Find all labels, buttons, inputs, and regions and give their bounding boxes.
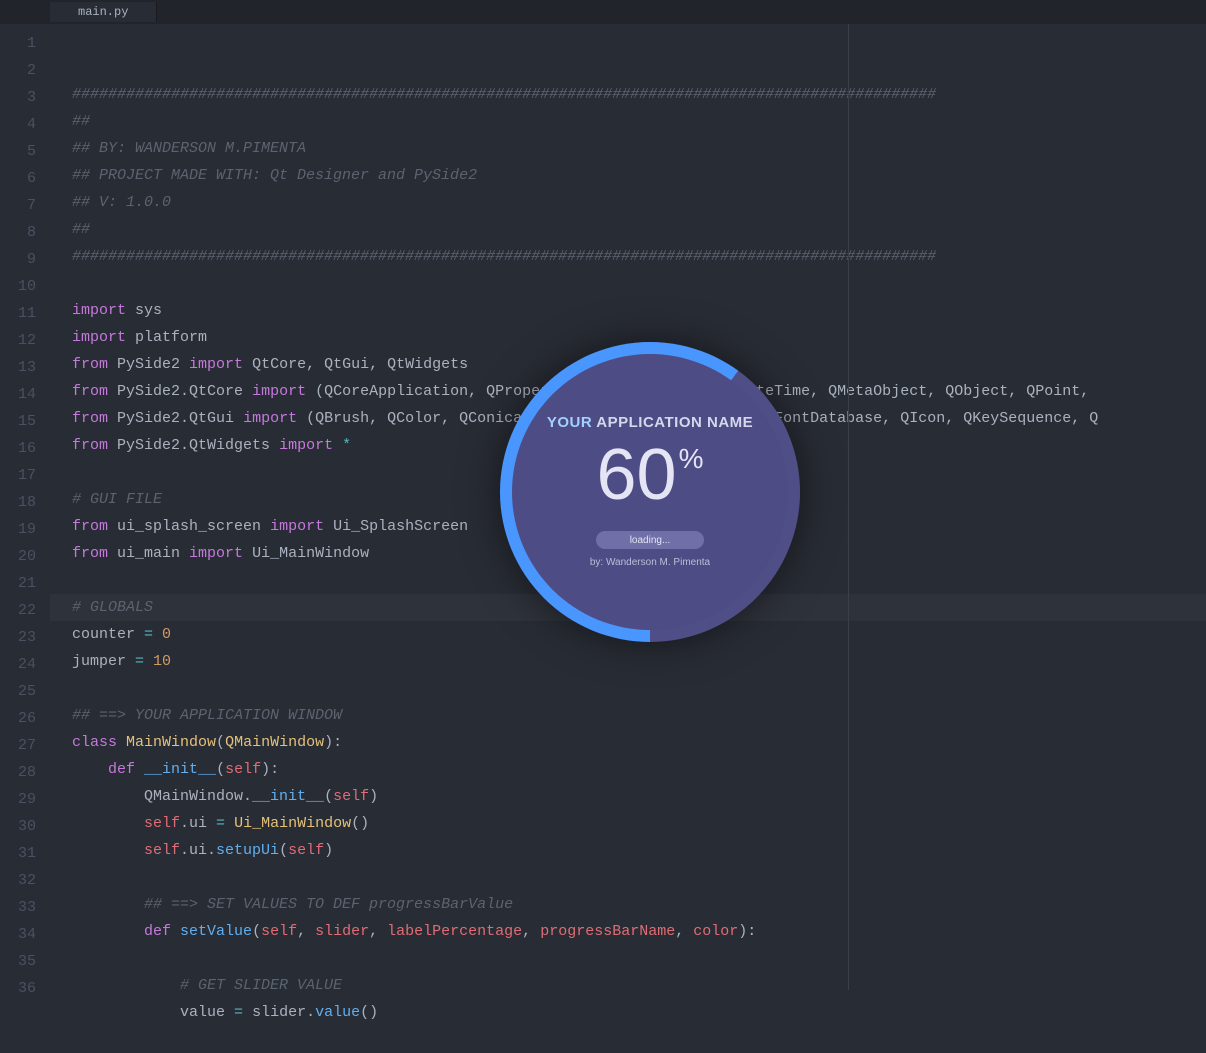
code-line[interactable]: self.ui.setupUi(self) xyxy=(72,837,1206,864)
code-line[interactable]: ## ==> SET VALUES TO DEF progressBarValu… xyxy=(72,891,1206,918)
splash-credit: by: Wanderson M. Pimenta xyxy=(590,557,710,568)
code-line[interactable] xyxy=(72,270,1206,297)
splash-screen: YOUR APPLICATION NAME 60% loading... by:… xyxy=(500,342,800,642)
splash-inner: YOUR APPLICATION NAME 60% loading... by:… xyxy=(512,354,788,630)
line-number: 18 xyxy=(0,489,50,516)
tab-bar: main.py xyxy=(0,0,1206,24)
line-number: 32 xyxy=(0,867,50,894)
line-number: 11 xyxy=(0,300,50,327)
line-number: 9 xyxy=(0,246,50,273)
code-line[interactable]: # GET SLIDER VALUE xyxy=(72,972,1206,999)
line-number: 13 xyxy=(0,354,50,381)
code-line[interactable]: ## xyxy=(72,216,1206,243)
line-number: 15 xyxy=(0,408,50,435)
code-line[interactable]: def setValue(self, slider, labelPercenta… xyxy=(72,918,1206,945)
line-number: 3 xyxy=(0,84,50,111)
code-line[interactable] xyxy=(72,675,1206,702)
code-line[interactable]: ## BY: WANDERSON M.PIMENTA xyxy=(72,135,1206,162)
splash-brand: YOUR xyxy=(547,414,592,431)
line-number: 33 xyxy=(0,894,50,921)
line-number: 6 xyxy=(0,165,50,192)
code-line[interactable]: import sys xyxy=(72,297,1206,324)
code-line[interactable] xyxy=(72,864,1206,891)
line-number: 8 xyxy=(0,219,50,246)
code-line[interactable] xyxy=(72,945,1206,972)
line-number: 22 xyxy=(0,597,50,624)
code-line[interactable]: ## V: 1.0.0 xyxy=(72,189,1206,216)
code-line[interactable]: def __init__(self): xyxy=(72,756,1206,783)
splash-title-rest: APPLICATION NAME xyxy=(592,414,753,431)
line-number: 26 xyxy=(0,705,50,732)
line-number: 24 xyxy=(0,651,50,678)
code-line[interactable]: jumper = 10 xyxy=(72,648,1206,675)
line-number: 29 xyxy=(0,786,50,813)
line-number: 12 xyxy=(0,327,50,354)
line-number: 21 xyxy=(0,570,50,597)
line-number: 28 xyxy=(0,759,50,786)
code-line[interactable]: self.ui = Ui_MainWindow() xyxy=(72,810,1206,837)
line-number: 17 xyxy=(0,462,50,489)
line-number: 7 xyxy=(0,192,50,219)
line-number-gutter: 1234567891011121314151617181920212223242… xyxy=(0,24,50,990)
line-number: 2 xyxy=(0,57,50,84)
code-line[interactable]: ########################################… xyxy=(72,243,1206,270)
code-line[interactable]: value = slider.value() xyxy=(72,999,1206,1026)
code-line[interactable]: ## PROJECT MADE WITH: Qt Designer and Py… xyxy=(72,162,1206,189)
line-number: 16 xyxy=(0,435,50,462)
loading-bar: loading... xyxy=(596,531,704,549)
line-number: 25 xyxy=(0,678,50,705)
code-line[interactable]: class MainWindow(QMainWindow): xyxy=(72,729,1206,756)
splash-percentage: 60% xyxy=(597,439,704,511)
splash-title: YOUR APPLICATION NAME xyxy=(547,414,753,431)
line-number: 34 xyxy=(0,921,50,948)
code-line[interactable]: ########################################… xyxy=(72,81,1206,108)
line-number: 30 xyxy=(0,813,50,840)
line-number: 1 xyxy=(0,30,50,57)
line-number: 10 xyxy=(0,273,50,300)
code-line[interactable]: ## ==> YOUR APPLICATION WINDOW xyxy=(72,702,1206,729)
line-number: 36 xyxy=(0,975,50,1002)
line-number: 35 xyxy=(0,948,50,975)
line-number: 20 xyxy=(0,543,50,570)
line-number: 23 xyxy=(0,624,50,651)
line-number: 14 xyxy=(0,381,50,408)
code-line[interactable]: ## xyxy=(72,108,1206,135)
tab-main-py[interactable]: main.py xyxy=(50,2,157,22)
line-number: 31 xyxy=(0,840,50,867)
percent-symbol-icon: % xyxy=(679,445,704,473)
code-line[interactable]: QMainWindow.__init__(self) xyxy=(72,783,1206,810)
line-number: 4 xyxy=(0,111,50,138)
line-number: 27 xyxy=(0,732,50,759)
splash-percent-value: 60 xyxy=(597,439,677,511)
line-number: 5 xyxy=(0,138,50,165)
code-line[interactable] xyxy=(72,1026,1206,1053)
line-number: 19 xyxy=(0,516,50,543)
